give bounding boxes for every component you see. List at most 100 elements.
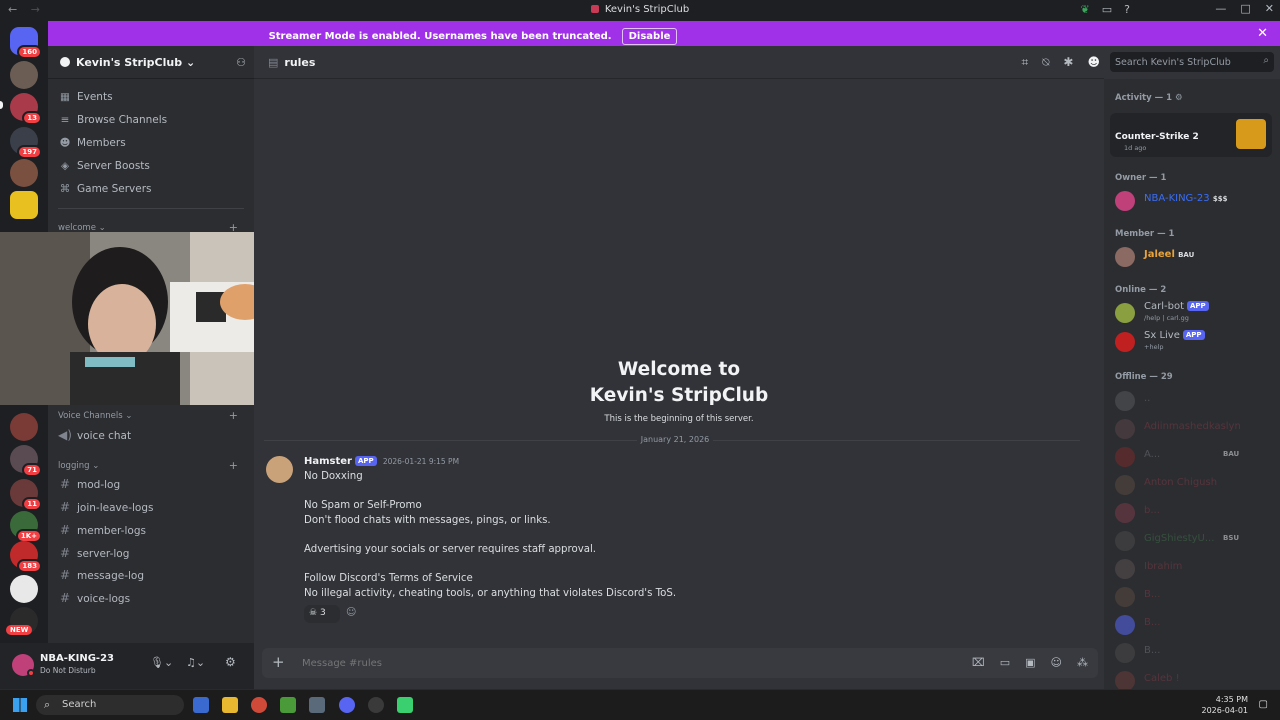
member-row-sx-live[interactable]: Sx Live APP +help	[1115, 330, 1275, 354]
add-reaction-icon[interactable]: ☺	[346, 607, 356, 618]
sticker-icon[interactable]: ▣	[1025, 656, 1035, 669]
chrome-icon[interactable]	[251, 697, 267, 713]
copilot-icon[interactable]	[193, 697, 209, 713]
member-row-offline[interactable]: B...	[1115, 613, 1275, 637]
category-logging[interactable]: logging ⌄ +	[58, 459, 244, 472]
search-icon: ⌕	[1263, 55, 1269, 66]
threads-icon[interactable]: ⌗	[1021, 55, 1028, 70]
nav-browse-channels[interactable]: ≡ Browse Channels	[58, 114, 244, 134]
nav-server-boosts[interactable]: ◈ Server Boosts	[58, 160, 244, 180]
category-voice-channels[interactable]: Voice Channels ⌄ +	[58, 409, 244, 422]
server-icon[interactable]: 13	[10, 93, 42, 125]
microphone-icon[interactable]: 🎙︎⌄	[150, 656, 173, 669]
kick-icon[interactable]	[397, 697, 413, 713]
server-icon[interactable]: 197	[10, 127, 42, 159]
member-row-offline[interactable]: B...	[1115, 641, 1275, 665]
server-icon[interactable]: 71	[10, 445, 42, 477]
start-icon[interactable]	[13, 698, 27, 712]
member-row-offline[interactable]: B...	[1115, 585, 1275, 609]
server-icon[interactable]: 183	[10, 541, 42, 573]
server-icon[interactable]	[10, 575, 38, 603]
member-row-offline[interactable]: ..	[1115, 389, 1275, 413]
skull-icon: ☠	[309, 608, 318, 618]
window-title-text: Kevin's StripClub	[604, 4, 690, 15]
member-row-owner[interactable]: NBA-KING-23 $$$	[1115, 189, 1275, 213]
headphones-icon[interactable]: ♫⌄	[186, 656, 205, 669]
disable-button[interactable]: Disable	[621, 28, 678, 45]
direct-messages-home[interactable]: 160	[10, 27, 42, 59]
server-icon[interactable]: 11	[10, 479, 42, 511]
settings-gear-icon[interactable]: ⚙	[225, 655, 236, 669]
gif-icon[interactable]: ▭	[1000, 656, 1010, 669]
emoji-icon[interactable]: ☺	[1051, 656, 1062, 669]
member-row-offline[interactable]: Caleb !	[1115, 669, 1275, 689]
channel-voice-chat[interactable]: ◀) voice chat	[58, 428, 244, 448]
server-header[interactable]: Kevin's StripClub ⌄ ⚇	[48, 46, 254, 79]
server-icon[interactable]: 1K+	[10, 511, 42, 543]
channel-voice-logs[interactable]: # voice-logs	[58, 591, 244, 611]
channel-join-leave-logs[interactable]: # join-leave-logs	[58, 500, 244, 520]
add-channel-icon[interactable]: +	[229, 459, 238, 472]
server-search[interactable]: Search Kevin's StripClub ⌕	[1110, 52, 1274, 72]
member-row-jaleel[interactable]: Jaleel BAU	[1115, 245, 1275, 269]
settings-gear-icon[interactable]: ⚙	[1175, 93, 1183, 103]
minimize-icon[interactable]: —	[1215, 2, 1226, 15]
channel-message-log[interactable]: # message-log	[58, 568, 244, 588]
invite-icon[interactable]: ⚇	[236, 56, 246, 69]
app-icon[interactable]	[309, 697, 325, 713]
member-name: Jaleel BAU	[1144, 249, 1195, 260]
member-row-offline[interactable]: Ibrahim	[1115, 557, 1275, 581]
member-list-icon[interactable]: ☻	[1087, 55, 1100, 70]
member-row-offline[interactable]: A... BAU	[1115, 445, 1275, 469]
server-icon[interactable]	[10, 159, 38, 187]
add-channel-icon[interactable]: +	[229, 409, 238, 422]
help-icon[interactable]: ?	[1124, 3, 1130, 16]
apps-icon[interactable]: ⁂	[1077, 656, 1088, 669]
member-row-offline[interactable]: b...	[1115, 501, 1275, 525]
attach-plus-icon[interactable]: +	[272, 653, 285, 671]
system-clock[interactable]: 4:35 PM 2026-04-01	[1202, 694, 1249, 716]
inbox-icon[interactable]: ▭	[1102, 3, 1112, 16]
message-line: Follow Discord's Terms of Service	[304, 573, 473, 584]
obs-icon[interactable]	[368, 697, 384, 713]
avatar[interactable]	[266, 456, 293, 483]
member-row-offline[interactable]: Anton Chigush	[1115, 473, 1275, 497]
notification-icon[interactable]: ▢	[1259, 699, 1268, 710]
message-input[interactable]	[302, 655, 902, 671]
close-icon[interactable]: ✕	[1257, 26, 1268, 41]
message-author[interactable]: Hamster	[304, 456, 352, 467]
reaction-count: 3	[319, 608, 326, 618]
nav-events[interactable]: ▦ Events	[58, 91, 244, 111]
gift-icon[interactable]: ⌧	[972, 656, 985, 669]
server-icon[interactable]	[10, 413, 38, 441]
close-window-icon[interactable]: ✕	[1265, 2, 1274, 15]
minecraft-icon[interactable]	[280, 697, 296, 713]
maximize-icon[interactable]: □	[1240, 2, 1250, 15]
taskbar-search[interactable]: ⌕ Search	[36, 695, 184, 715]
offline-header: Offline — 29	[1115, 372, 1173, 382]
activity-card[interactable]: Counter-Strike 2 1d ago	[1110, 113, 1272, 157]
discord-icon[interactable]	[339, 697, 355, 713]
channel-label: join-leave-logs	[77, 502, 154, 514]
notifications-icon[interactable]: ⍉	[1042, 55, 1049, 70]
nav-game-servers[interactable]: ⌘ Game Servers	[58, 183, 244, 203]
nav-members[interactable]: ☻ Members	[58, 137, 244, 157]
server-icon[interactable]	[10, 61, 38, 89]
pin-icon[interactable]: ✱	[1063, 55, 1073, 70]
avatar	[1115, 332, 1135, 352]
channel-mod-log[interactable]: # mod-log	[58, 477, 244, 497]
activity-game: Counter-Strike 2	[1115, 132, 1199, 142]
welcome-line-2: Kevin's StripClub	[589, 385, 769, 406]
user-panel: NBA-KING-23 Do Not Disturb 🎙︎⌄ ♫⌄ ⚙	[0, 643, 254, 689]
channel-member-logs[interactable]: # member-logs	[58, 523, 244, 543]
channel-server-log[interactable]: # server-log	[58, 546, 244, 566]
header-tools: ⌗ ⍉ ✱ ☻	[1021, 55, 1100, 70]
gamepad-icon: ⌘	[59, 183, 71, 195]
member-row-carl-bot[interactable]: Carl-bot APP /help | carl.gg	[1115, 301, 1275, 325]
reaction-skull[interactable]: ☠ 3	[304, 605, 340, 623]
member-row-offline[interactable]: Adiinmashedkaslyn	[1115, 417, 1275, 441]
file-explorer-icon[interactable]	[222, 697, 238, 713]
nitro-leaf-icon[interactable]: ❦	[1081, 3, 1090, 16]
server-icon[interactable]	[10, 191, 38, 219]
member-row-offline[interactable]: GigShiestyU... BSU	[1115, 529, 1275, 553]
